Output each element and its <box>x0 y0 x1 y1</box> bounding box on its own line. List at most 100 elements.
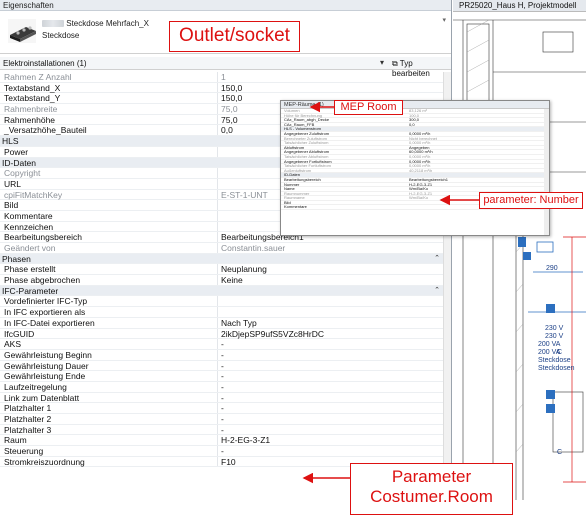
column-divider <box>217 328 218 339</box>
property-row[interactable]: Phase erstellt Neuplanung <box>0 264 451 276</box>
property-name: _Versatzhöhe_Bauteil <box>4 125 87 136</box>
property-row[interactable]: Rahmen Z Anzahl 1 <box>0 72 451 83</box>
label-290: 290 <box>546 265 558 272</box>
property-row[interactable]: Gewährleistung Ende - <box>0 371 451 382</box>
property-row[interactable]: In IFC exportieren als <box>0 307 451 318</box>
column-divider <box>217 264 218 275</box>
group-label: IFC-Parameter <box>2 285 59 296</box>
annotation-parameter-room: Parameter Costumer.Room <box>350 463 513 515</box>
property-name: Bearbeitungsbereich <box>4 232 82 243</box>
annotation-parameter-number: parameter: Number <box>479 192 583 209</box>
column-divider <box>217 114 218 125</box>
property-name: Copyright <box>4 168 41 179</box>
column-divider <box>217 125 218 136</box>
group-header[interactable]: IFC-Parameter ⌃ <box>0 285 451 297</box>
property-name: Textabstand_X <box>4 82 61 93</box>
property-value[interactable]: - <box>221 393 224 404</box>
category-filter[interactable]: Elektroinstallationen (1) <box>3 59 87 68</box>
property-row[interactable]: Raum H-2-EG-3-Z1 <box>0 435 451 447</box>
property-name: Phase erstellt <box>4 264 56 275</box>
property-row[interactable]: Link zum Datenblatt - <box>0 392 451 404</box>
property-value[interactable]: Nach Typ <box>221 318 257 329</box>
view-tab[interactable]: PR25020_Haus H, Projektmodell <box>453 0 586 12</box>
property-name: In IFC-Datei exportieren <box>4 317 95 328</box>
property-value[interactable]: 75,0 <box>221 115 238 126</box>
group-header[interactable]: Phasen ⌃ <box>0 253 451 265</box>
property-name: AKS <box>4 339 22 350</box>
property-value[interactable]: - <box>221 339 224 350</box>
property-value[interactable]: Neuplanung <box>221 264 267 275</box>
collapse-chevron-icon[interactable]: ⌃ <box>434 286 440 297</box>
group-label: ID-Daten <box>2 157 37 168</box>
property-row[interactable]: IfcGUID 2ikDjepSP9ufS5VZc8HrDC <box>0 328 451 340</box>
property-value[interactable]: - <box>221 371 224 382</box>
column-divider <box>217 72 218 82</box>
property-value[interactable]: - <box>221 446 224 457</box>
property-row[interactable]: Phase abgebrochen Keine <box>0 275 451 286</box>
property-value[interactable]: - <box>221 382 224 393</box>
property-value[interactable]: E-ST-1-UNT <box>221 190 268 201</box>
column-divider <box>217 221 218 232</box>
property-row[interactable]: Vordefinierter IFC-Typ <box>0 296 451 308</box>
redacted-block <box>42 20 64 28</box>
annotation-room-line1: Parameter <box>391 467 472 486</box>
property-value[interactable]: F10 <box>221 457 236 468</box>
property-row[interactable]: Geändert von Constantin.sauer <box>0 243 451 254</box>
column-divider <box>217 178 218 189</box>
property-value[interactable]: 150,0 <box>221 93 242 104</box>
column-divider <box>217 360 218 371</box>
property-name: Phase abgebrochen <box>4 275 81 286</box>
property-value[interactable]: 75,0 <box>221 104 238 115</box>
property-value[interactable]: 1 <box>221 72 226 83</box>
property-name: Geändert von <box>4 243 56 253</box>
column-divider <box>217 339 218 349</box>
type-name: Steckdose <box>42 31 80 40</box>
property-name: Textabstand_Y <box>4 93 61 104</box>
property-value[interactable]: - <box>221 350 224 361</box>
group-label: Phasen <box>2 253 31 264</box>
property-row[interactable]: Platzhalter 3 - <box>0 424 451 436</box>
property-row[interactable]: Gewährleistung Beginn - <box>0 349 451 361</box>
column-divider <box>217 371 218 381</box>
annotation-mep-room: MEP Room <box>334 100 403 115</box>
property-row[interactable]: Steuerung - <box>0 446 451 457</box>
property-name: Power <box>4 146 29 157</box>
drawing-view[interactable]: PR25020_Haus H, Projektmodell 290 C C 23… <box>453 0 586 500</box>
property-name: Link zum Datenblatt <box>4 392 80 403</box>
type-family: Steckdose Mehrfach_X <box>66 19 149 28</box>
filter-dropdown-icon[interactable]: ▾ <box>380 58 384 67</box>
property-row[interactable]: In IFC-Datei exportieren Nach Typ <box>0 317 451 329</box>
label-230v-1: 230 V <box>545 325 564 332</box>
floor-plan: 290 C C 230 V 230 V 200 VA 200 VA Steckd… <box>453 19 586 500</box>
property-row[interactable]: Platzhalter 1 - <box>0 403 451 414</box>
property-value[interactable]: - <box>221 361 224 372</box>
mep-scrollbar[interactable] <box>544 109 549 235</box>
property-value[interactable]: Keine <box>221 275 243 286</box>
collapse-chevron-icon[interactable]: ⌃ <box>434 254 440 265</box>
property-value[interactable]: - <box>221 425 224 436</box>
label-200va-1: 200 VA <box>538 341 561 348</box>
column-divider <box>217 307 218 317</box>
palette-title: Eigenschaften <box>0 0 451 11</box>
property-row[interactable]: AKS - <box>0 339 451 350</box>
property-value[interactable]: H-2-EG-3-Z1 <box>221 435 270 446</box>
property-value[interactable]: - <box>221 414 224 425</box>
group-label: HLS <box>2 136 19 147</box>
type-dropdown-icon[interactable]: ▾ <box>442 16 446 24</box>
property-row[interactable]: Laufzeitregelung - <box>0 381 451 393</box>
label-steckdosen: Steckdosen <box>538 365 575 372</box>
edit-type-icon: ⧉ <box>392 59 398 68</box>
property-value[interactable]: - <box>221 403 224 414</box>
property-row[interactable]: Gewährleistung Dauer - <box>0 360 451 372</box>
property-row[interactable]: Textabstand_X 150,0 <box>0 82 451 94</box>
property-value[interactable]: 0,0 <box>221 125 233 136</box>
property-row[interactable]: Platzhalter 2 - <box>0 414 451 425</box>
label-200va-2: 200 VA <box>538 349 561 356</box>
column-divider <box>217 296 218 307</box>
property-name: Gewährleistung Beginn <box>4 349 92 360</box>
property-value[interactable]: 2ikDjepSP9ufS5VZc8HrDC <box>221 329 324 340</box>
property-value[interactable]: Constantin.sauer <box>221 243 285 254</box>
property-name: Gewährleistung Dauer <box>4 360 89 371</box>
property-value[interactable]: 150,0 <box>221 83 242 94</box>
column-divider <box>217 381 218 392</box>
